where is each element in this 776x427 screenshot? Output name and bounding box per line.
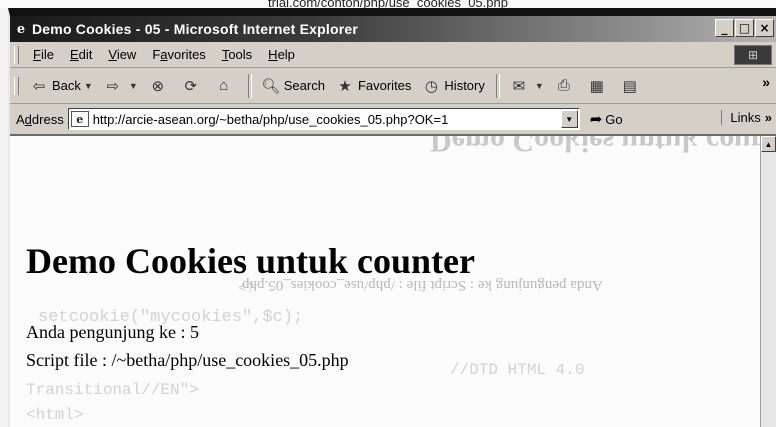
print-icon: ⎙ bbox=[557, 77, 570, 94]
minimize-button[interactable]: _ bbox=[715, 19, 734, 37]
favorites-icon: ★ bbox=[338, 77, 352, 95]
address-input[interactable]: e http://arcie-asean.org/~betha/php/use_… bbox=[67, 108, 580, 130]
bleed-through-code-5: <html> bbox=[26, 406, 84, 424]
menu-edit[interactable]: Edit bbox=[62, 47, 100, 62]
script-file-text: Script file : /~betha/php/use_cookies_05… bbox=[26, 350, 349, 370]
forward-button[interactable]: ⇨ ▼ bbox=[99, 73, 142, 99]
menu-bar: File Edit View Favorites Tools Help ⊞ bbox=[10, 42, 776, 68]
menu-file-accel: F bbox=[33, 47, 41, 62]
menu-view[interactable]: View bbox=[100, 47, 144, 62]
mail-dropdown-icon[interactable]: ▼ bbox=[535, 81, 544, 91]
visitor-count-text: Anda pengunjung ke : 5 bbox=[26, 322, 199, 342]
menu-help-rest: elp bbox=[277, 47, 295, 62]
forward-arrow-icon: ⇨ bbox=[106, 77, 120, 95]
window-title: Demo Cookies - 05 - Microsoft Internet E… bbox=[32, 21, 359, 37]
favorites-button[interactable]: ★ Favorites bbox=[331, 73, 415, 99]
history-icon: ◷ bbox=[424, 77, 438, 95]
links-button[interactable]: Links » bbox=[721, 110, 772, 125]
edit-icon: ▦ bbox=[589, 77, 604, 95]
menu-edit-rest: dit bbox=[78, 47, 93, 62]
menu-edit-accel: E bbox=[69, 47, 79, 62]
page-top-caption: trial.com/contoh/php/use_cookies_05.php bbox=[0, 0, 776, 8]
ie-logo-icon: e bbox=[16, 21, 26, 37]
history-label: History bbox=[444, 78, 485, 93]
go-arrow-icon: ➦ bbox=[589, 111, 603, 128]
menu-grip[interactable] bbox=[14, 45, 19, 64]
menu-help[interactable]: Help bbox=[260, 47, 303, 62]
favorites-label: Favorites bbox=[357, 78, 412, 93]
bleed-through-code-4: Transitional//EN"> bbox=[26, 381, 199, 399]
scroll-up-arrow-icon[interactable]: ▲ bbox=[761, 136, 776, 152]
maximize-button[interactable]: □ bbox=[735, 19, 754, 37]
menu-favorites-accel: a bbox=[160, 47, 168, 62]
search-icon: 🔍︎ bbox=[261, 77, 281, 95]
toolbar-grip[interactable] bbox=[14, 76, 19, 95]
back-label: Back bbox=[52, 78, 81, 93]
vertical-scrollbar[interactable]: ▲ bbox=[760, 136, 776, 427]
page-heading: Demo Cookies untuk counter bbox=[26, 241, 476, 281]
title-bar: e Demo Cookies - 05 - Microsoft Internet… bbox=[10, 16, 776, 42]
page-icon: e bbox=[70, 111, 89, 127]
address-label-rest: dress bbox=[31, 111, 64, 127]
menu-favorites-rest: vorites bbox=[167, 47, 206, 62]
go-label: Go bbox=[605, 111, 623, 127]
stop-icon: ⊗ bbox=[151, 77, 165, 95]
address-label-accel: d bbox=[24, 111, 32, 127]
mail-button[interactable]: ✉ ▼ bbox=[505, 73, 548, 99]
home-button[interactable]: ⌂ bbox=[210, 73, 241, 99]
window-controls: _ □ × bbox=[715, 19, 774, 37]
menu-view-rest: iew bbox=[116, 47, 137, 62]
menu-tools-rest: ools bbox=[228, 47, 253, 62]
back-dropdown-icon[interactable]: ▼ bbox=[84, 81, 93, 91]
refresh-button[interactable]: ⟳ bbox=[177, 73, 208, 99]
print-button[interactable]: ⎙ bbox=[550, 73, 581, 99]
stop-button[interactable]: ⊗ bbox=[144, 73, 175, 99]
history-button[interactable]: ◷ History bbox=[417, 73, 488, 99]
bleed-through-code-3: //DTD HTML 4.0 bbox=[450, 361, 585, 379]
edit-button[interactable]: ▦ bbox=[583, 73, 614, 99]
links-label: Links bbox=[730, 110, 761, 125]
address-label: Address bbox=[16, 112, 64, 127]
search-button[interactable]: 🔍︎ Search bbox=[257, 73, 329, 99]
back-arrow-icon: ⇦ bbox=[32, 77, 46, 95]
address-dropdown-icon[interactable]: ▼ bbox=[560, 110, 578, 128]
menu-file[interactable]: File bbox=[25, 47, 62, 62]
forward-dropdown-icon[interactable]: ▼ bbox=[129, 81, 138, 91]
browser-window: e Demo Cookies - 05 - Microsoft Internet… bbox=[8, 8, 776, 427]
standard-toolbar: ⇦ Back ▼ ⇨ ▼ ⊗ ⟳ ⌂ 🔍︎ Search ★ Favorites… bbox=[10, 68, 776, 104]
discuss-button[interactable]: ▤ bbox=[616, 73, 647, 99]
menu-view-accel: V bbox=[108, 47, 117, 62]
refresh-icon: ⟳ bbox=[184, 77, 198, 95]
toolbar-separator bbox=[495, 73, 500, 98]
close-button[interactable]: × bbox=[755, 19, 774, 37]
menu-tools[interactable]: Tools bbox=[214, 47, 260, 62]
address-bar: Address e http://arcie-asean.org/~betha/… bbox=[10, 104, 776, 136]
address-url[interactable]: http://arcie-asean.org/~betha/php/use_co… bbox=[93, 112, 449, 127]
address-label-prefix: A bbox=[16, 111, 25, 127]
menu-help-accel: H bbox=[268, 47, 278, 62]
bleed-through-heading: Demo Cookies untuk counter bbox=[430, 136, 776, 158]
search-label: Search bbox=[283, 78, 325, 93]
discuss-icon: ▤ bbox=[622, 77, 637, 95]
menu-favorites[interactable]: Favorites bbox=[144, 47, 213, 62]
windows-throbber-icon: ⊞ bbox=[734, 45, 772, 65]
mail-icon: ✉ bbox=[512, 77, 526, 95]
page-content: Demo Cookies untuk counter <? setcookie(… bbox=[10, 136, 776, 427]
home-icon: ⌂ bbox=[219, 77, 229, 94]
back-button[interactable]: ⇦ Back ▼ bbox=[25, 73, 97, 99]
menu-file-rest: ile bbox=[40, 47, 54, 62]
go-button[interactable]: ➦ Go bbox=[590, 110, 623, 128]
links-more-chevron-icon[interactable]: » bbox=[765, 110, 772, 125]
toolbar-separator bbox=[247, 73, 252, 98]
toolbar-more-chevron-icon[interactable]: » bbox=[762, 74, 770, 90]
